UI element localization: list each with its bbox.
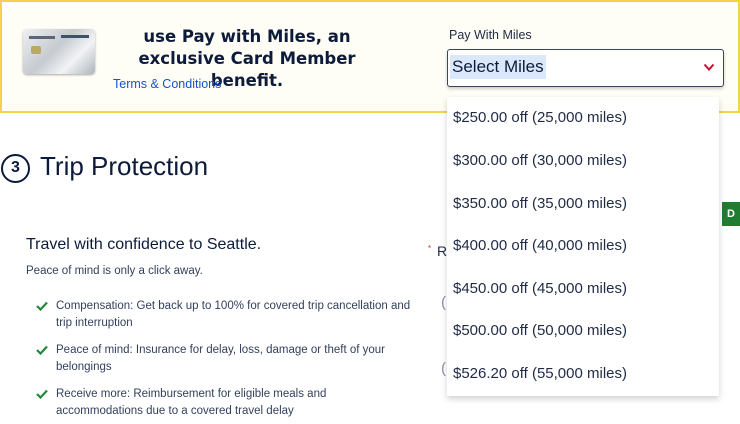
pay-with-miles-label: Pay With Miles [449,28,532,42]
radio-option-partial[interactable]: ( [441,294,446,311]
miles-option[interactable]: $526.20 off (55,000 miles) [453,365,627,382]
trip-protection-subheading: Peace of mind is only a click away. [26,265,203,277]
required-marker: * [428,244,432,253]
miles-option[interactable]: $250.00 off (25,000 miles) [453,109,627,126]
checkmark-icon [36,345,48,355]
terms-and-conditions-link[interactable]: Terms & Conditions [113,77,221,91]
miles-option[interactable]: $500.00 off (50,000 miles) [453,322,627,339]
credit-card-image [23,29,95,74]
benefit-text: Peace of mind: Insurance for delay, loss… [56,344,385,373]
select-value: Select Miles [450,55,546,79]
miles-options-list: $250.00 off (25,000 miles) $300.00 off (… [447,97,719,396]
chevron-down-icon [703,63,715,71]
checkmark-icon [36,389,48,399]
card-chip [31,46,41,54]
trip-protection-heading: Travel with confidence to Seattle. [26,236,262,253]
section-title: Trip Protection [40,151,209,181]
radio-option-partial[interactable]: ( [441,360,446,377]
benefit-text: Compensation: Get back up to 100% for co… [56,300,411,329]
miles-option[interactable]: $400.00 off (40,000 miles) [453,237,627,254]
partial-label: R [437,243,448,259]
side-tab[interactable]: D [722,202,740,226]
promo-line-1: use Pay with Miles, an [143,27,351,46]
checkmark-icon [36,301,48,311]
miles-option[interactable]: $300.00 off (30,000 miles) [453,152,627,169]
pay-with-miles-select[interactable]: Select Miles [447,49,724,87]
miles-option[interactable]: $350.00 off (35,000 miles) [453,195,627,212]
step-number-badge: 3 [1,154,30,183]
miles-option[interactable]: $450.00 off (45,000 miles) [453,280,627,297]
card-brand-mark [61,35,89,38]
benefit-text: Receive more: Reimbursement for eligible… [56,388,327,417]
card-logo-stripe [29,36,55,39]
